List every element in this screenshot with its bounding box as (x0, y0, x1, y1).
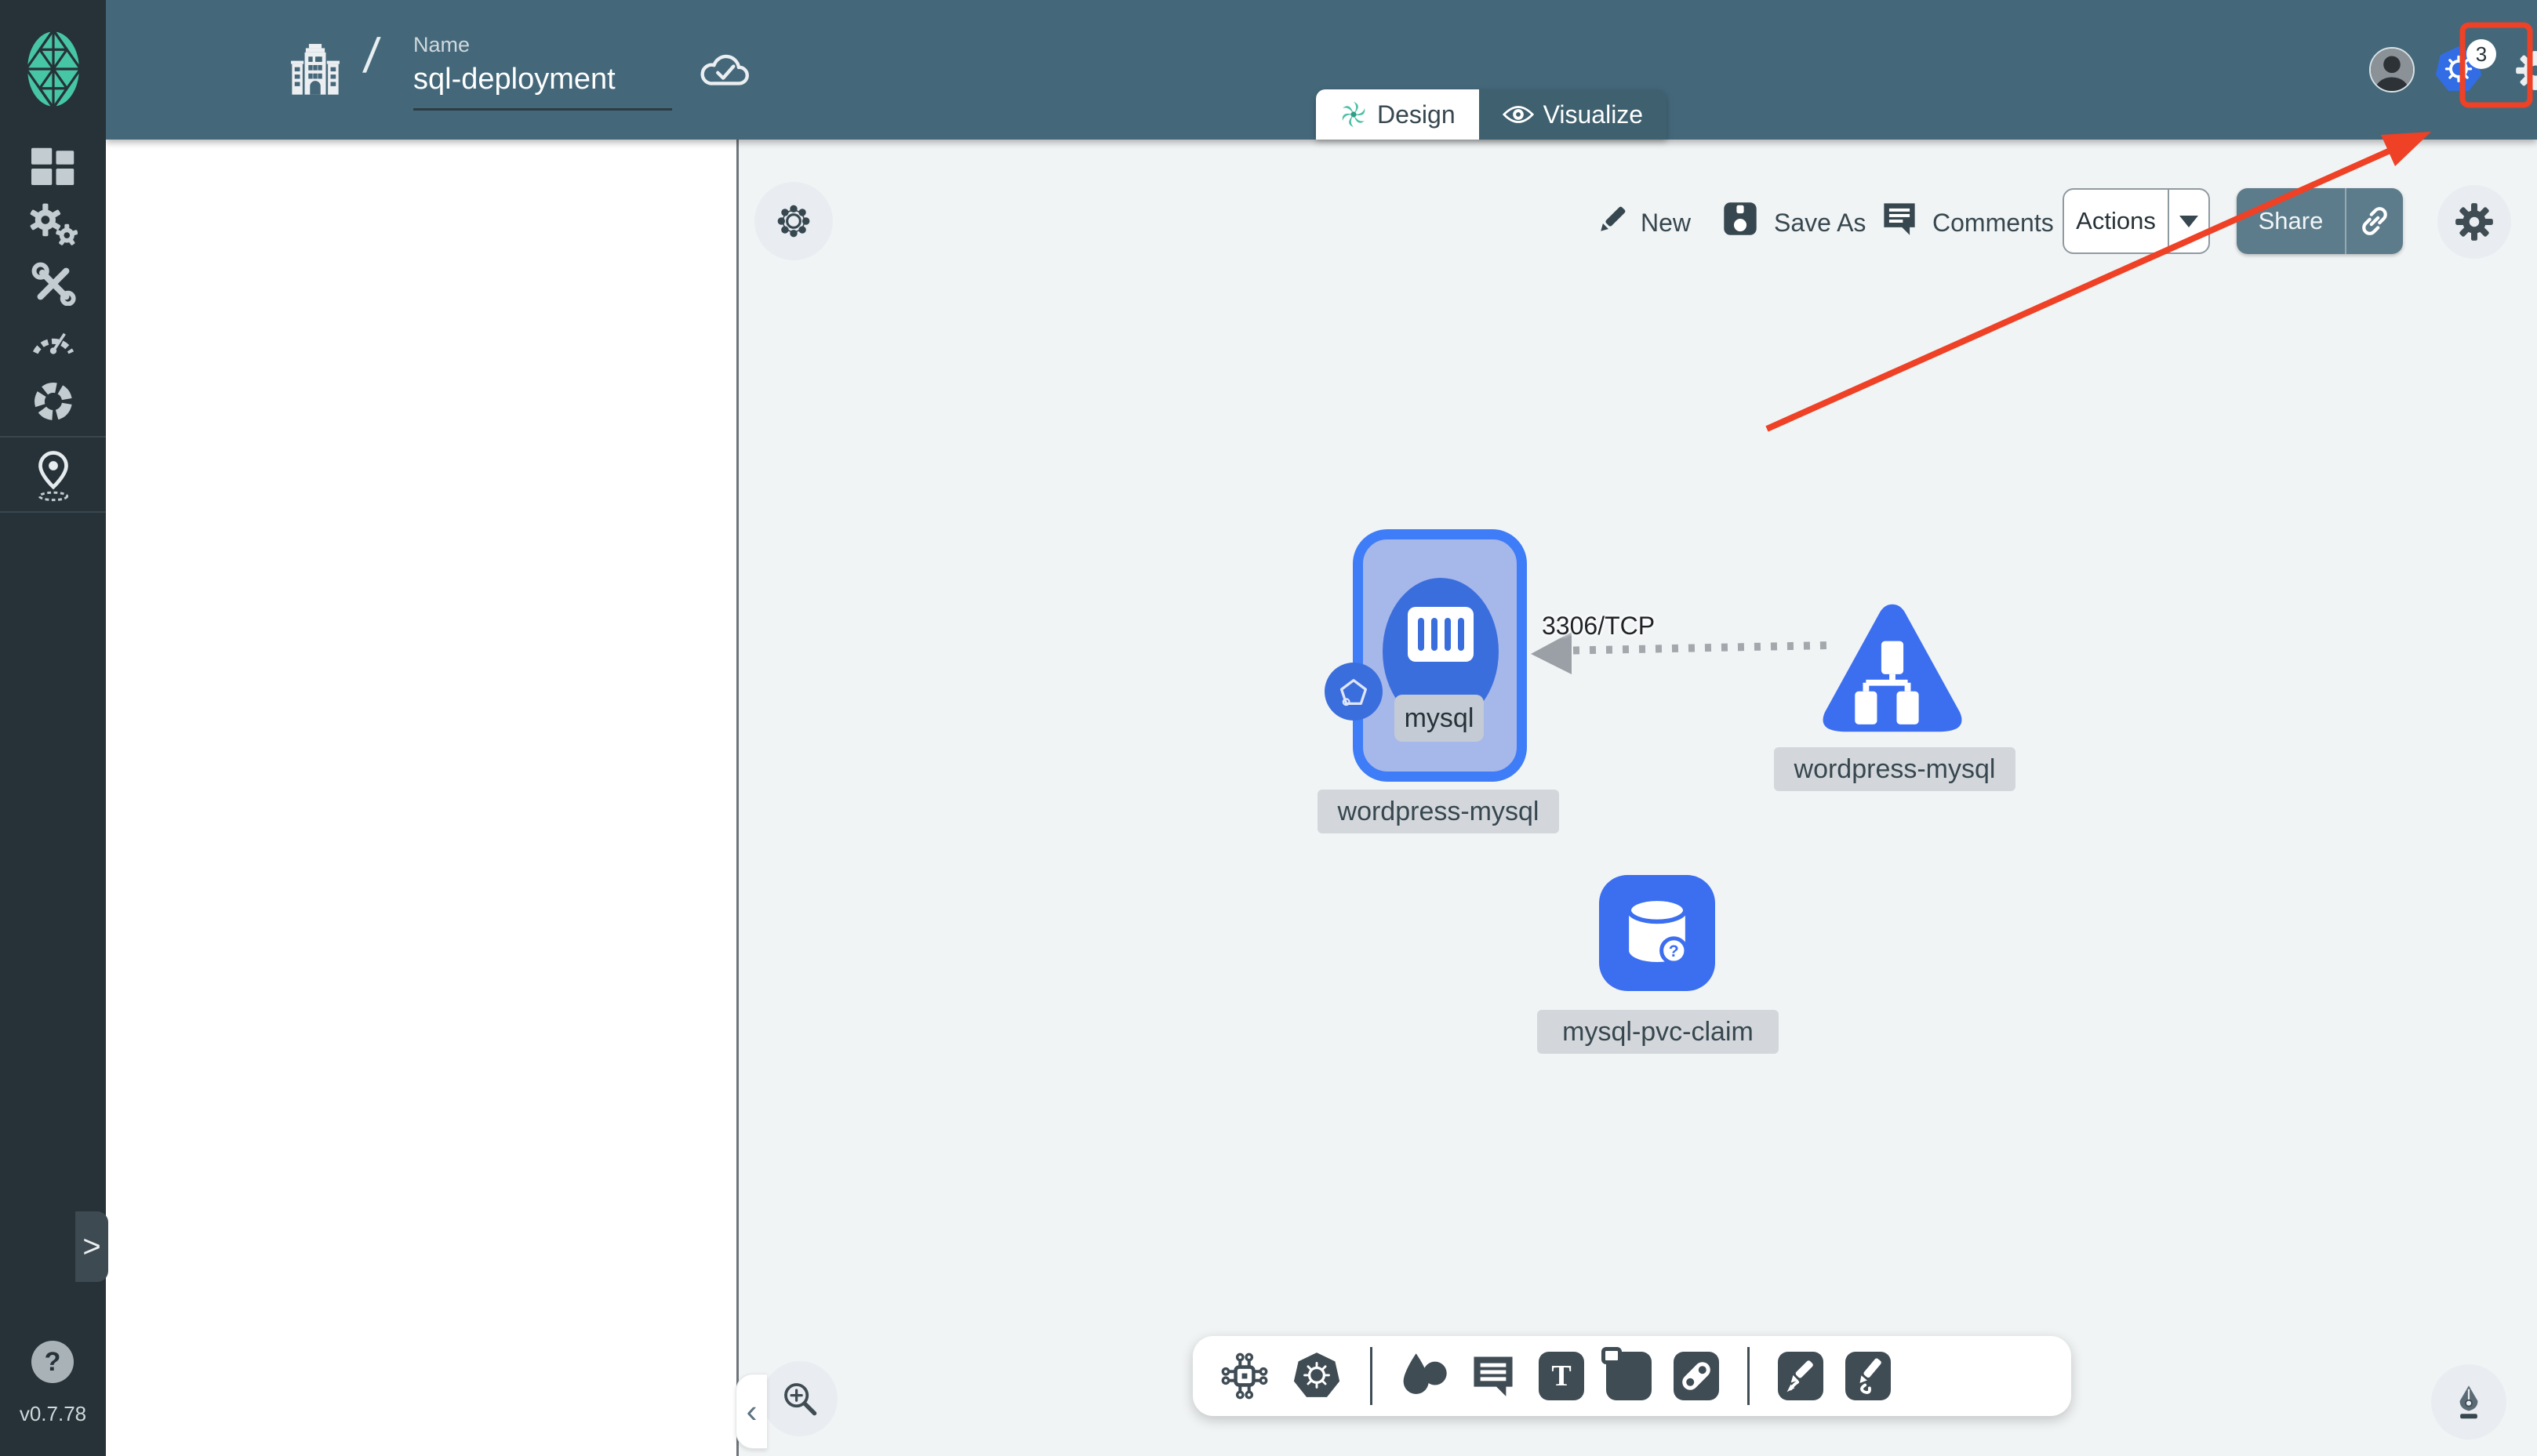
mesh-fragment-icon (34, 383, 72, 420)
link-tool-icon (1682, 1362, 1710, 1390)
avatar-photo (2371, 49, 2413, 91)
tools-icon (31, 262, 76, 306)
gears-icon (30, 203, 78, 245)
meshery-app: / Name sql-deployment 3 ? v0.7.78 > Desi… (0, 0, 2537, 1456)
organization-icon[interactable] (288, 39, 343, 97)
tab-visualize[interactable]: Visualize (1478, 89, 1667, 140)
view-mode-tabs: Design Visualize (1316, 89, 1667, 140)
dashboard-icon (31, 147, 74, 185)
edge-pen-icon (1786, 1360, 1813, 1392)
sidebar-item-dashboard[interactable] (0, 147, 106, 190)
cloud-sync-icon[interactable] (697, 49, 752, 91)
freehand-pen-tool[interactable] (1845, 1352, 1891, 1400)
edge-pen-tool[interactable] (1778, 1352, 1823, 1400)
meshery-logo[interactable] (24, 28, 83, 110)
design-name-underline (413, 108, 672, 111)
collapse-panel-handle[interactable]: ‹ (736, 1374, 767, 1449)
kubernetes-tool-icon[interactable] (1292, 1352, 1342, 1400)
dock-divider (1370, 1347, 1372, 1405)
sidebar-item-kanvas[interactable] (0, 450, 106, 502)
expand-sidebar-handle[interactable]: > (75, 1211, 108, 1282)
sidebar-item-lifecycle[interactable] (0, 202, 106, 248)
canvas-dock: T (1193, 1336, 2071, 1416)
volume-cylinder-icon: ? (1627, 896, 1688, 965)
tab-design-label: Design (1377, 100, 1456, 129)
edge-port-label[interactable]: 3306/TCP (1542, 612, 1655, 641)
settings-gear-icon[interactable] (2515, 50, 2537, 91)
text-tool[interactable]: T (1539, 1352, 1584, 1400)
rail-divider (0, 436, 106, 438)
node-service-wordpress-mysql[interactable] (1818, 601, 1967, 735)
kubernetes-context-count: 3 (2466, 39, 2496, 69)
text-tool-icon: T (1551, 1360, 1572, 1392)
map-pin-icon (38, 451, 68, 502)
dock-divider (1747, 1347, 1750, 1405)
annotation-tool-icon[interactable] (1470, 1353, 1517, 1399)
service-node-label[interactable]: wordpress-mysql (1774, 747, 2015, 791)
deployment-badge[interactable] (1325, 663, 1383, 721)
design-pen-button[interactable] (2431, 1364, 2506, 1440)
svg-text:?: ? (1669, 942, 1679, 960)
tab-visualize-label: Visualize (1543, 100, 1644, 129)
pentagon-icon (1339, 679, 1368, 706)
designs-panel (106, 140, 739, 1456)
link-tool[interactable] (1674, 1352, 1719, 1400)
nav-rail: ? v0.7.78 > (0, 0, 108, 1456)
zoom-in-icon (784, 1383, 817, 1416)
rectangle-tool[interactable] (1601, 1347, 1652, 1400)
node-pvc-mysql[interactable]: ? (1599, 875, 1715, 991)
design-name-input[interactable]: sql-deployment (413, 63, 616, 96)
app-version: v0.7.78 (19, 1402, 87, 1425)
kubernetes-context-switcher[interactable]: 3 (2433, 39, 2509, 102)
sidebar-item-configuration[interactable] (0, 262, 106, 306)
design-spiral-icon (1342, 101, 1365, 128)
freehand-pen-icon (1859, 1358, 1881, 1394)
sidebar-item-extensions[interactable] (0, 379, 106, 423)
breadcrumb-separator: / (361, 29, 383, 83)
help-button[interactable]: ? (31, 1341, 74, 1383)
design-name-label: Name (413, 33, 471, 56)
components-icon[interactable] (1219, 1351, 1270, 1401)
pen-nib-icon (2459, 1385, 2478, 1419)
shapes-tool-icon[interactable] (1401, 1352, 1448, 1400)
container-label[interactable]: mysql (1394, 695, 1484, 742)
user-avatar[interactable] (2369, 47, 2415, 93)
tab-design[interactable]: Design (1316, 89, 1479, 140)
rectangle-tool-icon (1601, 1347, 1622, 1364)
zoom-in-button[interactable] (762, 1361, 838, 1436)
pvc-node-label[interactable]: mysql-pvc-claim (1537, 1010, 1779, 1054)
eye-icon (1502, 106, 1534, 123)
rail-divider (0, 511, 106, 513)
deployment-node-label[interactable]: wordpress-mysql (1318, 790, 1559, 833)
sidebar-item-performance[interactable] (0, 321, 106, 358)
diagram-edges (1531, 632, 1830, 674)
container-icon (1408, 607, 1474, 662)
speedometer-icon (32, 332, 74, 354)
